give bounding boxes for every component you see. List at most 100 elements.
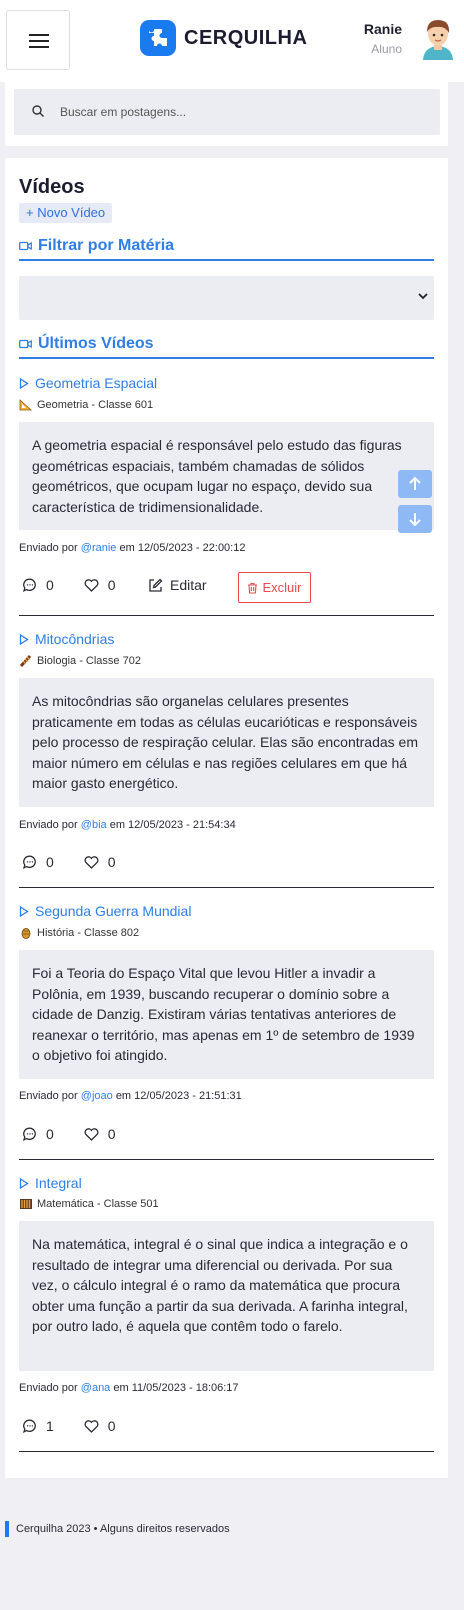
post-subject-text: Biologia - Classe 702 xyxy=(37,655,141,667)
abacus-icon xyxy=(20,1199,32,1209)
dna-icon xyxy=(19,655,32,667)
author-link[interactable]: @joao xyxy=(81,1090,113,1102)
heart-icon xyxy=(84,1419,99,1433)
play-icon xyxy=(19,1177,29,1189)
scroll-down-button[interactable] xyxy=(398,505,432,533)
post-body: A geometria espacial é responsável pelo … xyxy=(19,422,434,530)
author-link[interactable]: @ana xyxy=(81,1382,111,1394)
sent-prefix: Enviado por xyxy=(19,819,78,831)
post-divider xyxy=(19,1451,434,1452)
post-title[interactable]: Geometria Espacial xyxy=(19,375,157,391)
post-actions: 0 0 xyxy=(23,854,116,870)
heart-icon xyxy=(84,578,99,592)
videos-card: Vídeos + Novo Vídeo Filtrar por Matéria … xyxy=(5,158,448,1478)
chevron-down-icon xyxy=(418,293,428,300)
play-icon xyxy=(19,905,29,917)
post-actions: 0 0 xyxy=(23,1126,116,1142)
search-box[interactable] xyxy=(14,89,440,135)
edit-icon xyxy=(149,578,163,592)
filter-title-text: Filtrar por Matéria xyxy=(38,237,175,254)
filter-section-title: Filtrar por Matéria xyxy=(19,233,434,261)
edit-label: Editar xyxy=(170,577,207,593)
comments-count: 0 xyxy=(46,854,54,870)
search-icon xyxy=(32,105,44,117)
post-title-text: Mitocôndrias xyxy=(35,631,115,647)
sent-prefix: Enviado por xyxy=(19,1382,78,1394)
post-title[interactable]: Integral xyxy=(19,1175,82,1191)
arrow-up-icon xyxy=(409,476,421,490)
post-subject: História - Classe 802 xyxy=(19,927,139,939)
comments-button[interactable]: 0 xyxy=(23,577,54,593)
delete-button[interactable]: Excluir xyxy=(238,572,311,603)
likes-count: 0 xyxy=(107,854,116,870)
post-subject: Geometria - Classe 601 xyxy=(19,399,153,411)
post-title-text: Segunda Guerra Mundial xyxy=(35,903,192,919)
subject-select[interactable] xyxy=(19,276,434,320)
new-video-button[interactable]: + Novo Vídeo xyxy=(19,203,113,223)
search-input[interactable] xyxy=(60,89,430,135)
post-subject: Biologia - Classe 702 xyxy=(19,655,141,667)
like-button[interactable]: 0 xyxy=(84,1126,116,1142)
post-sent-info: Enviado por @bia em 12/05/2023 - 21:54:3… xyxy=(19,819,236,831)
post-sent-info: Enviado por @ana em 11/05/2023 - 18:06:1… xyxy=(19,1382,239,1394)
play-icon xyxy=(19,633,29,645)
triangle-ruler-icon xyxy=(19,399,33,411)
menu-button[interactable] xyxy=(6,10,70,70)
edit-button[interactable]: Editar xyxy=(148,577,207,593)
comments-button[interactable]: 0 xyxy=(23,854,54,870)
footer-text: Cerquilha 2023 • Alguns direitos reserva… xyxy=(16,1523,230,1535)
like-button[interactable]: 0 xyxy=(84,577,116,593)
post-actions: 1 0 xyxy=(23,1418,116,1434)
hamburger-menu-icon xyxy=(29,34,49,36)
post-sent-info: Enviado por @ranie em 12/05/2023 - 22:00… xyxy=(19,542,245,554)
post-divider xyxy=(19,615,434,616)
like-button[interactable]: 0 xyxy=(84,854,116,870)
search-section xyxy=(5,82,448,146)
top-navbar: CERQUILHA Ranie Aluno xyxy=(0,0,464,82)
play-icon xyxy=(19,377,29,389)
likes-count: 0 xyxy=(107,1418,116,1434)
post-subject: Matemática - Classe 501 xyxy=(19,1198,159,1210)
likes-count: 0 xyxy=(107,577,116,593)
comments-button[interactable]: 1 xyxy=(23,1418,54,1434)
post-divider xyxy=(19,887,434,888)
video-camera-icon xyxy=(19,339,32,349)
comments-count: 1 xyxy=(46,1418,54,1434)
post-body: As mitocôndrias são organelas celulares … xyxy=(19,678,434,807)
likes-count: 0 xyxy=(107,1126,116,1142)
user-name[interactable]: Ranie xyxy=(364,21,402,37)
comments-count: 0 xyxy=(46,1126,54,1142)
latest-section-title: Últimos Vídeos xyxy=(19,331,434,359)
post-body: Na matemática, integral é o sinal que in… xyxy=(19,1221,434,1371)
sent-date: em 11/05/2023 - 18:06:17 xyxy=(113,1382,239,1394)
trash-icon xyxy=(248,582,258,594)
like-button[interactable]: 0 xyxy=(84,1418,116,1434)
footer-accent-bar xyxy=(5,1521,9,1537)
post-title-text: Integral xyxy=(35,1175,82,1191)
latest-title-text: Últimos Vídeos xyxy=(38,335,154,352)
scroll-up-button[interactable] xyxy=(398,470,432,498)
post-title[interactable]: Segunda Guerra Mundial xyxy=(19,903,191,919)
post-subject-text: Geometria - Classe 601 xyxy=(37,399,154,411)
post-title[interactable]: Mitocôndrias xyxy=(19,631,114,647)
avatar[interactable] xyxy=(421,16,455,60)
sent-date: em 12/05/2023 - 21:54:34 xyxy=(109,819,236,831)
author-link[interactable]: @bia xyxy=(81,819,107,831)
post-body: Foi a Teoria do Espaço Vital que levou H… xyxy=(19,950,434,1079)
post-subject-text: História - Classe 802 xyxy=(37,927,140,939)
comment-icon xyxy=(23,1127,36,1141)
author-link[interactable]: @ranie xyxy=(81,542,117,554)
brand-name: CERQUILHA xyxy=(184,26,308,49)
comments-button[interactable]: 0 xyxy=(23,1126,54,1142)
sent-date: em 12/05/2023 - 21:51:31 xyxy=(115,1090,242,1102)
delete-label: Excluir xyxy=(262,580,302,595)
brand-logo[interactable]: CERQUILHA xyxy=(140,20,307,56)
video-camera-icon xyxy=(19,241,32,251)
post-sent-info: Enviado por @joao em 12/05/2023 - 21:51:… xyxy=(19,1090,242,1102)
post-divider xyxy=(19,1159,434,1160)
sent-date: em 12/05/2023 - 22:00:12 xyxy=(119,542,246,554)
comment-icon xyxy=(23,1419,36,1433)
arrow-down-icon xyxy=(409,513,421,527)
sent-prefix: Enviado por xyxy=(19,1090,78,1102)
amphora-icon xyxy=(21,928,31,939)
